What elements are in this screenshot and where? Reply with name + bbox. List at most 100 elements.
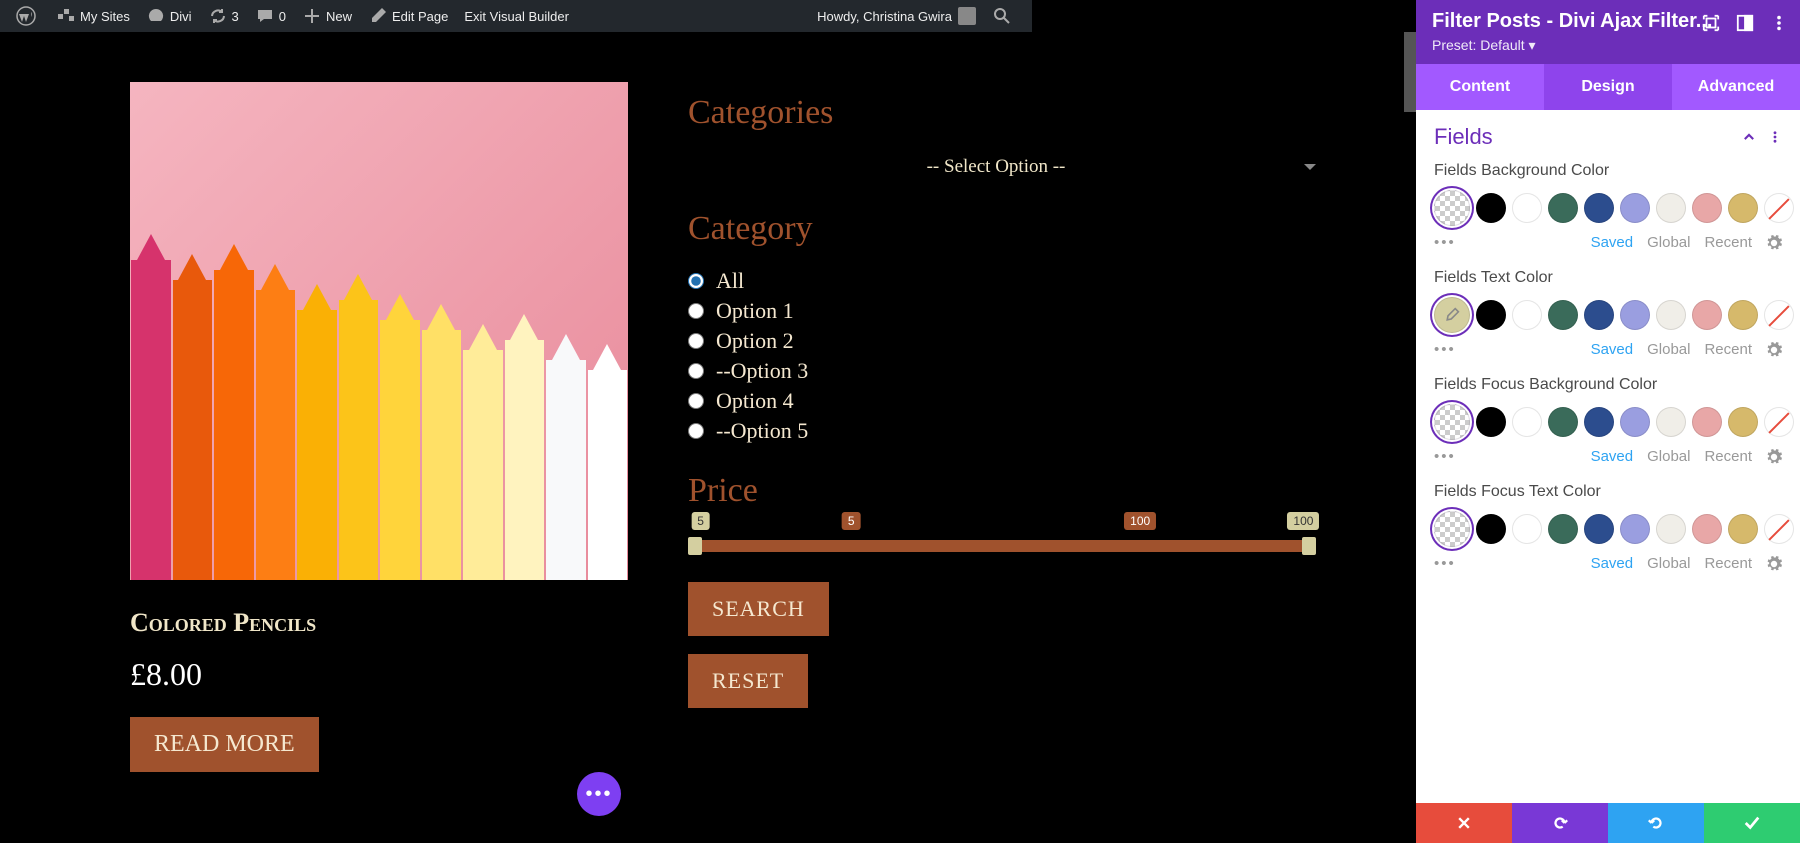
color-swatch[interactable] xyxy=(1512,193,1542,223)
tab-design[interactable]: Design xyxy=(1544,64,1672,110)
edit-page-link[interactable]: Edit Page xyxy=(360,0,456,32)
color-swatch[interactable] xyxy=(1548,514,1578,544)
recent-tab[interactable]: Recent xyxy=(1704,234,1752,251)
tab-content[interactable]: Content xyxy=(1416,64,1544,110)
fab-menu-button[interactable]: ••• xyxy=(577,772,621,816)
color-swatch[interactable] xyxy=(1476,514,1506,544)
tab-advanced[interactable]: Advanced xyxy=(1672,64,1800,110)
scrollbar-thumb[interactable] xyxy=(1404,32,1416,112)
category-option[interactable]: Option 4 xyxy=(688,388,1316,414)
search-button[interactable]: SEARCH xyxy=(688,582,829,636)
site-name-link[interactable]: Divi xyxy=(138,0,200,32)
saved-tab[interactable]: Saved xyxy=(1591,448,1634,465)
more-vert-icon[interactable] xyxy=(1770,14,1788,32)
color-swatch[interactable] xyxy=(1728,193,1758,223)
read-more-button[interactable]: READ MORE xyxy=(130,717,319,772)
expand-icon[interactable] xyxy=(1702,14,1720,32)
color-swatch-transparent[interactable] xyxy=(1434,190,1470,226)
updates-link[interactable]: 3 xyxy=(200,0,247,32)
slider-handle-max[interactable] xyxy=(1302,537,1316,555)
saved-tab[interactable]: Saved xyxy=(1591,234,1634,251)
color-swatch[interactable] xyxy=(1512,514,1542,544)
color-swatch[interactable] xyxy=(1476,407,1506,437)
category-option[interactable]: --Option 3 xyxy=(688,358,1316,384)
color-swatch[interactable] xyxy=(1584,407,1614,437)
category-option[interactable]: Option 1 xyxy=(688,298,1316,324)
gear-icon[interactable] xyxy=(1766,342,1782,358)
color-swatch-transparent[interactable] xyxy=(1434,511,1470,547)
gear-icon[interactable] xyxy=(1766,235,1782,251)
color-swatch[interactable] xyxy=(1692,193,1722,223)
more-horiz-icon[interactable]: ••• xyxy=(1434,341,1456,358)
search-toggle[interactable] xyxy=(984,0,1024,32)
global-tab[interactable]: Global xyxy=(1647,555,1690,572)
my-sites-link[interactable]: My Sites xyxy=(48,0,138,32)
color-swatch[interactable] xyxy=(1584,193,1614,223)
global-tab[interactable]: Global xyxy=(1647,448,1690,465)
color-swatch[interactable] xyxy=(1728,514,1758,544)
color-swatch[interactable] xyxy=(1584,300,1614,330)
cancel-button[interactable] xyxy=(1416,803,1512,843)
price-slider[interactable]: 5 5 100 100 xyxy=(688,540,1316,552)
new-link[interactable]: New xyxy=(294,0,360,32)
color-swatch[interactable] xyxy=(1548,407,1578,437)
radio-input[interactable] xyxy=(688,303,704,319)
recent-tab[interactable]: Recent xyxy=(1704,448,1752,465)
color-swatch[interactable] xyxy=(1620,300,1650,330)
more-horiz-icon[interactable]: ••• xyxy=(1434,234,1456,251)
radio-input[interactable] xyxy=(688,333,704,349)
color-swatch[interactable] xyxy=(1728,300,1758,330)
recent-tab[interactable]: Recent xyxy=(1704,555,1752,572)
color-swatch[interactable] xyxy=(1512,407,1542,437)
snap-icon[interactable] xyxy=(1736,14,1754,32)
howdy-link[interactable]: Howdy, Christina Gwira xyxy=(809,0,984,32)
category-option[interactable]: Option 2 xyxy=(688,328,1316,354)
save-button[interactable] xyxy=(1704,803,1800,843)
radio-input[interactable] xyxy=(688,363,704,379)
wp-logo[interactable] xyxy=(8,0,48,32)
color-swatch-transparent[interactable] xyxy=(1434,404,1470,440)
global-tab[interactable]: Global xyxy=(1647,341,1690,358)
panel-preset[interactable]: Preset: Default ▾ xyxy=(1432,37,1784,54)
color-picker-swatch[interactable] xyxy=(1434,297,1470,333)
category-option[interactable]: --Option 5 xyxy=(688,418,1316,444)
color-swatch-none[interactable] xyxy=(1764,300,1794,330)
product-image[interactable] xyxy=(130,82,628,580)
color-swatch[interactable] xyxy=(1656,193,1686,223)
reset-button[interactable]: RESET xyxy=(688,654,808,708)
color-swatch[interactable] xyxy=(1476,193,1506,223)
gear-icon[interactable] xyxy=(1766,449,1782,465)
redo-button[interactable] xyxy=(1608,803,1704,843)
color-swatch[interactable] xyxy=(1548,300,1578,330)
saved-tab[interactable]: Saved xyxy=(1591,555,1634,572)
more-vert-icon[interactable] xyxy=(1768,130,1782,144)
section-title[interactable]: Fields xyxy=(1434,124,1493,150)
color-swatch[interactable] xyxy=(1656,514,1686,544)
chevron-up-icon[interactable] xyxy=(1742,130,1756,144)
color-swatch[interactable] xyxy=(1692,407,1722,437)
color-swatch[interactable] xyxy=(1512,300,1542,330)
color-swatch[interactable] xyxy=(1476,300,1506,330)
color-swatch[interactable] xyxy=(1548,193,1578,223)
exit-vb-link[interactable]: Exit Visual Builder xyxy=(456,0,577,32)
color-swatch[interactable] xyxy=(1620,514,1650,544)
global-tab[interactable]: Global xyxy=(1647,234,1690,251)
color-swatch[interactable] xyxy=(1656,407,1686,437)
color-swatch[interactable] xyxy=(1656,300,1686,330)
category-option[interactable]: All xyxy=(688,268,1316,294)
color-swatch-none[interactable] xyxy=(1764,514,1794,544)
color-swatch[interactable] xyxy=(1728,407,1758,437)
comments-link[interactable]: 0 xyxy=(247,0,294,32)
color-swatch-none[interactable] xyxy=(1764,407,1794,437)
recent-tab[interactable]: Recent xyxy=(1704,341,1752,358)
color-swatch[interactable] xyxy=(1692,300,1722,330)
category-select[interactable]: -- Select Option -- xyxy=(688,152,1316,182)
color-swatch-none[interactable] xyxy=(1764,193,1794,223)
radio-input[interactable] xyxy=(688,273,704,289)
color-swatch[interactable] xyxy=(1692,514,1722,544)
more-horiz-icon[interactable]: ••• xyxy=(1434,555,1456,572)
color-swatch[interactable] xyxy=(1584,514,1614,544)
saved-tab[interactable]: Saved xyxy=(1591,341,1634,358)
radio-input[interactable] xyxy=(688,423,704,439)
color-swatch[interactable] xyxy=(1620,407,1650,437)
